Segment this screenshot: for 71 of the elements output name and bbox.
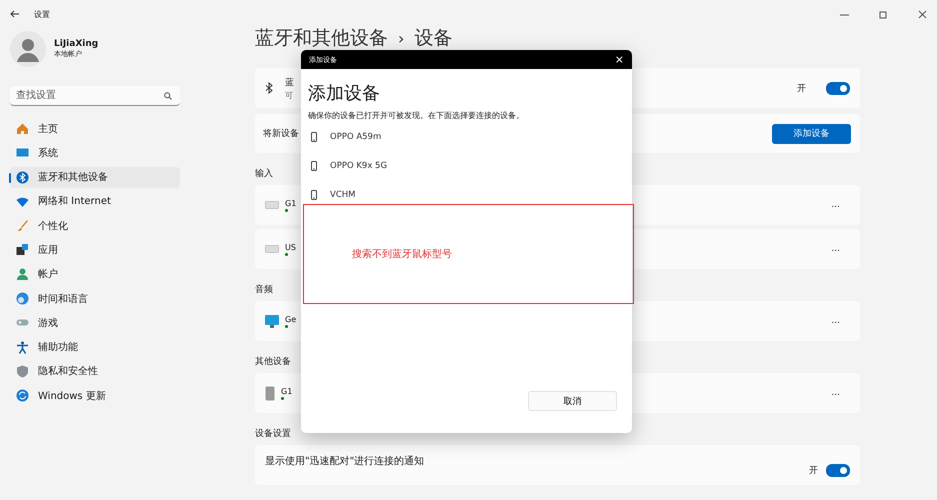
more-options-button[interactable]: ...: [831, 244, 840, 254]
setting-label: 显示使用"迅速配对"进行连接的通知: [265, 454, 424, 468]
monitor-icon: [265, 314, 279, 328]
nav-icon: [16, 292, 29, 306]
add-device-button[interactable]: 添加设备: [772, 124, 851, 144]
nav-icon: [16, 194, 29, 208]
breadcrumb-separator: ›: [398, 28, 404, 49]
annotation-text: 搜索不到蓝牙鼠标型号: [352, 248, 452, 261]
nav-icon: [16, 243, 29, 256]
keyboard-icon: [265, 201, 279, 209]
cancel-button[interactable]: 取消: [528, 391, 617, 411]
phone-icon: [311, 190, 317, 200]
sidebar-item[interactable]: 帐户: [10, 264, 180, 285]
sidebar-item[interactable]: 时间和语言: [10, 288, 180, 310]
device-name: G1: [281, 386, 292, 396]
page-title: 设备: [414, 28, 452, 49]
card-text: 将新设备: [263, 128, 299, 140]
nav-icon: [16, 340, 29, 354]
sidebar-item[interactable]: 游戏: [10, 312, 180, 334]
window-title: 设置: [34, 8, 50, 20]
breadcrumb-link[interactable]: 蓝牙和其他设备: [255, 28, 388, 49]
device-name: G1: [285, 198, 296, 208]
bluetooth-icon: [265, 82, 273, 94]
close-icon[interactable]: [918, 10, 927, 18]
sidebar-item[interactable]: 系统: [10, 142, 180, 164]
sidebar-item[interactable]: 主页: [10, 118, 180, 139]
section-heading: 音频: [255, 284, 273, 297]
nav-icon: [16, 364, 29, 378]
device-name: Ge: [285, 314, 296, 324]
section-heading: 输入: [255, 168, 273, 181]
nav-icon: [16, 170, 29, 184]
section-heading: 其他设备: [255, 356, 291, 369]
section-heading: 设备设置: [255, 428, 291, 441]
sidebar-item[interactable]: 应用: [10, 239, 180, 260]
sidebar-item[interactable]: Windows 更新: [10, 385, 180, 406]
device-name: US: [285, 242, 296, 252]
maximize-icon[interactable]: [879, 10, 888, 18]
sidebar-item[interactable]: 网络和 Internet: [10, 190, 180, 212]
nav-icon: [16, 146, 29, 160]
sidebar-item[interactable]: 蓝牙和其他设备: [10, 166, 180, 188]
search-field[interactable]: 查找设置: [10, 86, 180, 106]
drive-icon: [265, 386, 275, 400]
sidebar-item[interactable]: 隐私和安全性: [10, 360, 180, 382]
close-button[interactable]: ×: [614, 53, 624, 66]
dialog-description: 确保你的设备已打开并可被发现。在下面选择要连接的设备。: [308, 110, 525, 122]
phone-icon: [311, 160, 317, 170]
nav-icon: [16, 389, 29, 402]
profile-name: LiJiaXing: [54, 39, 98, 49]
more-options-button[interactable]: ...: [831, 200, 840, 210]
notification-toggle[interactable]: [826, 464, 850, 477]
device-list-item[interactable]: OPPO A59m: [308, 122, 632, 151]
more-options-button[interactable]: ...: [831, 388, 840, 398]
sidebar-item[interactable]: 辅助功能: [10, 336, 180, 358]
avatar: [10, 31, 46, 67]
more-options-button[interactable]: ...: [831, 316, 840, 326]
bluetooth-toggle[interactable]: [826, 82, 850, 94]
nav-icon: [16, 122, 29, 135]
card-subtitle: 可: [285, 90, 294, 100]
back-arrow-icon[interactable]: [10, 10, 20, 18]
nav-icon: [16, 219, 29, 232]
card-title: 蓝: [285, 76, 294, 88]
device-list-item[interactable]: OPPO K9x 5G: [308, 151, 632, 180]
toggle-label: 开: [797, 82, 806, 94]
toggle-label: 开: [809, 465, 818, 477]
search-icon: [164, 92, 172, 100]
device-list-item[interactable]: VCHM: [308, 180, 632, 209]
sidebar-item[interactable]: 个性化: [10, 215, 180, 236]
keyboard-icon: [265, 245, 279, 253]
phone-icon: [311, 132, 317, 142]
nav-icon: [16, 268, 29, 281]
dialog-heading: 添加设备: [308, 82, 381, 105]
